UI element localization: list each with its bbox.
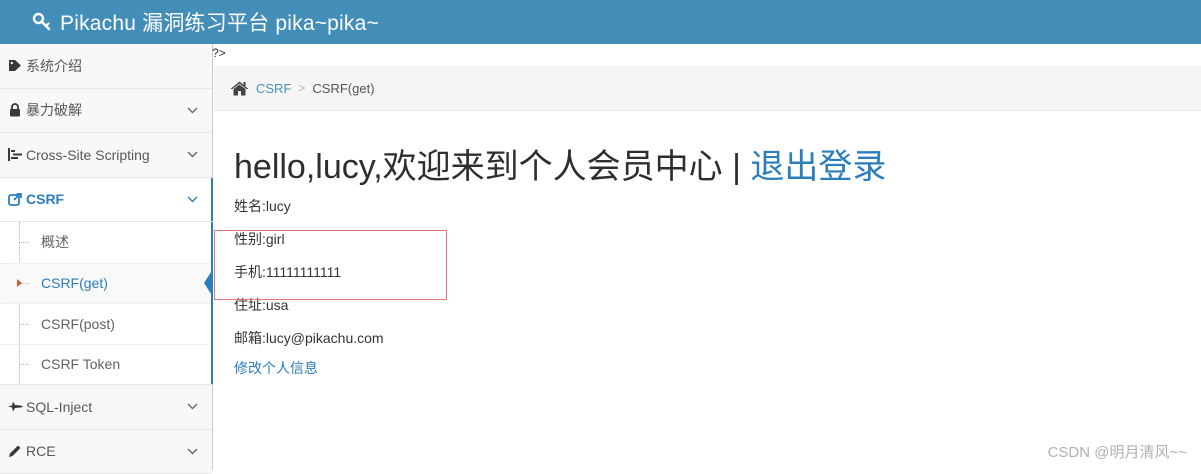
- fighter-jet-icon: [7, 401, 23, 412]
- sidebar-item-label: 暴力破解: [26, 100, 186, 120]
- app-title[interactable]: Pikachu 漏洞练习平台 pika~pika~: [60, 7, 379, 37]
- main-content: ?> CSRF > CSRF(get) hello,lucy,欢迎来到个人会员中…: [214, 44, 1201, 470]
- php-leak-text: ?>: [212, 46, 226, 60]
- info-name: 姓名:lucy: [234, 192, 1174, 225]
- sidebar-item-label: 系统介绍: [26, 56, 198, 76]
- breadcrumb: CSRF > CSRF(get): [214, 66, 1201, 111]
- chevron-down-icon[interactable]: [186, 193, 198, 205]
- pencil-icon: [7, 444, 23, 458]
- sidebar-item-brute-force[interactable]: 暴力破解: [0, 89, 212, 134]
- breadcrumb-separator: >: [298, 81, 305, 95]
- submenu-item-label: CSRF(post): [41, 316, 115, 332]
- sidebar-item-label: CSRF: [26, 191, 186, 207]
- active-arrow-icon: [204, 269, 213, 297]
- sidebar-item-intro[interactable]: 系统介绍: [0, 44, 212, 89]
- csrf-submenu: 概述 CSRF(get) CSRF(post) CSRF Token: [0, 222, 212, 385]
- breadcrumb-current: CSRF(get): [312, 81, 374, 96]
- submenu-item-csrf-get[interactable]: CSRF(get): [0, 263, 212, 304]
- list-icon: [7, 148, 23, 161]
- submenu-item-label: CSRF Token: [41, 356, 120, 372]
- highlight-box: [214, 230, 447, 300]
- welcome-text: hello,lucy,欢迎来到个人会员中心 |: [234, 148, 750, 186]
- caret-right-icon: [17, 279, 22, 287]
- chevron-down-icon[interactable]: [186, 445, 198, 457]
- submenu-item-csrf-post[interactable]: CSRF(post): [0, 303, 212, 344]
- logout-link[interactable]: 退出登录: [750, 148, 886, 186]
- breadcrumb-link-csrf[interactable]: CSRF: [256, 81, 291, 96]
- chevron-down-icon[interactable]: [186, 149, 198, 161]
- top-navbar: Pikachu 漏洞练习平台 pika~pika~: [0, 0, 1201, 44]
- watermark: CSDN @明月清风~~: [1048, 441, 1187, 462]
- edit-profile-link[interactable]: 修改个人信息: [234, 357, 1174, 379]
- sidebar-item-label: SQL-Inject: [26, 399, 186, 415]
- submenu-item-csrf-token[interactable]: CSRF Token: [0, 344, 212, 385]
- welcome-heading: hello,lucy,欢迎来到个人会员中心 | 退出登录: [234, 142, 1174, 192]
- tag-icon: [7, 59, 23, 72]
- sidebar-item-label: Cross-Site Scripting: [26, 147, 186, 163]
- submenu-item-label: 概述: [41, 232, 69, 252]
- sidebar-item-xss[interactable]: Cross-Site Scripting: [0, 133, 212, 178]
- sidebar-item-sql-inject[interactable]: SQL-Inject: [0, 385, 212, 430]
- sidebar: 系统介绍 暴力破解 Cross-Site Scripting: [0, 44, 213, 470]
- sidebar-item-rce[interactable]: RCE: [0, 430, 212, 474]
- sidebar-item-csrf[interactable]: CSRF: [0, 178, 212, 223]
- home-icon[interactable]: [230, 80, 250, 96]
- info-email: 邮箱:lucy@pikachu.com: [234, 324, 1174, 357]
- submenu-item-label: CSRF(get): [41, 275, 108, 291]
- lock-icon: [7, 103, 23, 117]
- share-icon: [7, 193, 23, 206]
- chevron-down-icon[interactable]: [186, 104, 198, 116]
- submenu-item-overview[interactable]: 概述: [0, 222, 212, 263]
- sidebar-item-label: RCE: [26, 443, 186, 459]
- key-icon: [30, 10, 54, 34]
- chevron-down-icon[interactable]: [186, 401, 198, 413]
